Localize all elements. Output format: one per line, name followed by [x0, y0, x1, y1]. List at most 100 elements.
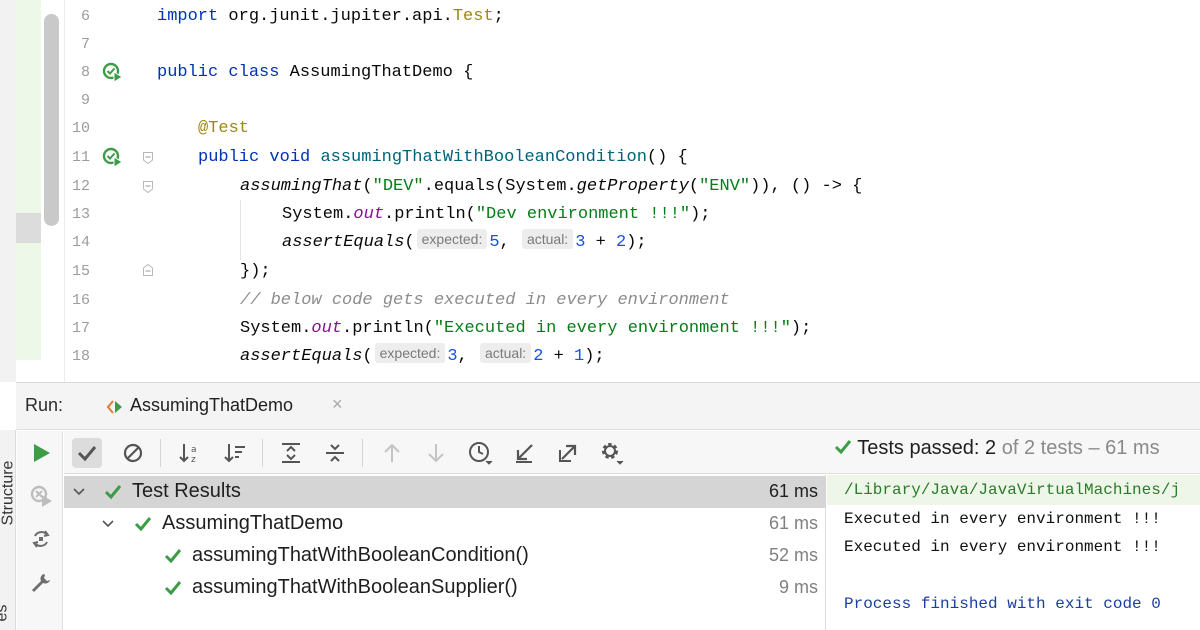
svg-text:a: a [191, 445, 197, 455]
code-text: public void assumingThatWithBooleanCondi… [198, 148, 688, 167]
structure-tool-label[interactable]: Structure [0, 461, 17, 526]
console-line: Executed in every environment !!! [844, 538, 1161, 556]
wrench-icon[interactable] [29, 571, 53, 595]
code-editor[interactable]: 6 import org.junit.jupiter.api.Test; 7 8… [0, 0, 1200, 382]
parameter-hint: expected: [374, 343, 446, 363]
line-number: 10 [71, 120, 90, 137]
show-passed-button[interactable] [72, 438, 102, 468]
next-failed-button[interactable] [421, 438, 451, 468]
console-output[interactable]: /Library/Java/JavaVirtualMachines/j Exec… [827, 475, 1200, 630]
chevron-down-icon[interactable] [72, 485, 86, 499]
tree-item-label: assumingThatWithBooleanCondition() [192, 544, 529, 566]
code-comment: // below code gets executed in every env… [240, 291, 730, 310]
line-number: 15 [71, 263, 90, 280]
auto-test-icon[interactable] [29, 527, 53, 551]
export-tests-icon [559, 444, 577, 462]
code-line-8: 8 public class AssumingThatDemo { [0, 59, 1200, 87]
line-number: 16 [71, 292, 90, 309]
collapse-all-button[interactable] [320, 438, 350, 468]
test-history-button[interactable] [465, 438, 495, 468]
code-text: import org.junit.jupiter.api.Test; [157, 7, 504, 26]
code-line-18: 18 assertEquals(expected: 3, actual: 2 + 1… [0, 343, 1200, 371]
expand-all-icon [282, 443, 300, 463]
parameter-hint: actual: [521, 229, 574, 249]
tree-row-test-method[interactable]: assumingThatWithBooleanSupplier() 9 ms [64, 572, 826, 604]
code-line-17: 17 System.out.println("Executed in every… [0, 315, 1200, 343]
run-test-gutter-icon[interactable] [102, 62, 124, 84]
console-line: Process finished with exit code 0 [844, 595, 1161, 613]
check-icon [104, 485, 122, 500]
code-line-7: 7 [0, 31, 1200, 59]
code-line-9: 9 [0, 87, 1200, 115]
line-number: 9 [80, 92, 90, 109]
collapse-all-icon [326, 444, 344, 462]
run-label: Run: [25, 395, 64, 415]
run-tab-title: AssumingThatDemo [130, 395, 294, 415]
code-line-10: 10 @Test [0, 115, 1200, 143]
sort-by-duration-button[interactable] [220, 438, 250, 468]
line-number: 17 [71, 320, 90, 337]
test-duration: 9 ms [778, 577, 818, 597]
line-number: 11 [71, 149, 90, 166]
line-number: 6 [80, 8, 90, 25]
fold-end-icon[interactable] [143, 264, 153, 276]
toolbar-separator [160, 439, 161, 467]
status-summary: of 2 tests – 61 ms [996, 437, 1160, 459]
code-line-12: 12 assumingThat("DEV".equals(System.getP… [0, 173, 1200, 201]
no-entry-icon [123, 443, 143, 463]
chevron-down-icon[interactable] [101, 517, 115, 531]
export-tests-button[interactable] [553, 438, 583, 468]
test-duration: 52 ms [768, 545, 818, 565]
check-icon [77, 446, 97, 462]
sort-alphabetically-button[interactable]: az [175, 438, 205, 468]
code-text: System.out.println("Executed in every en… [240, 319, 812, 338]
tree-row-test-method[interactable]: assumingThatWithBooleanCondition() 52 ms [64, 540, 826, 572]
line-number: 13 [71, 206, 90, 223]
tree-item-label: assumingThatWithBooleanSupplier() [192, 576, 518, 598]
line-number: 18 [71, 348, 90, 365]
console-line: Executed in every environment !!! [844, 510, 1161, 528]
run-tool-window-header: Run: AssumingThatDemo × [16, 382, 1200, 430]
code-text: assertEquals(expected: 3, actual: 2 + 1); [240, 343, 605, 366]
console-line: /Library/Java/JavaVirtualMachines/j [844, 481, 1181, 499]
arrow-up-icon [384, 443, 400, 462]
check-icon [164, 549, 182, 564]
annotation-text: @Test [198, 119, 250, 138]
import-tests-icon [516, 444, 533, 463]
test-results-tree[interactable]: Test Results 61 ms AssumingThatDemo 61 m… [64, 475, 826, 630]
status-prefix: Tests passed: [857, 437, 986, 459]
code-text: System.out.println("Dev environment !!!"… [282, 205, 711, 224]
show-ignored-button[interactable] [118, 438, 148, 468]
tree-row-assumingthatdemo[interactable]: AssumingThatDemo 61 ms [64, 508, 826, 540]
parameter-hint: actual: [479, 343, 532, 363]
arrow-down-icon [428, 444, 444, 463]
close-icon[interactable]: × [332, 394, 343, 415]
previous-failed-button[interactable] [377, 438, 407, 468]
tree-item-label: Test Results [132, 480, 241, 502]
expand-all-button[interactable] [276, 438, 306, 468]
line-number: 7 [80, 36, 90, 53]
tool-window-label[interactable]: es [0, 605, 11, 622]
sort-duration-icon [224, 444, 245, 463]
run-triangle-icon[interactable] [29, 441, 53, 465]
test-duration: 61 ms [768, 481, 818, 501]
tree-row-test-results[interactable]: Test Results 61 ms [64, 476, 826, 508]
code-text: assertEquals(expected: 5, actual: 3 + 2); [282, 229, 647, 252]
code-text: public class AssumingThatDemo { [157, 63, 474, 82]
fold-icon[interactable] [143, 152, 153, 164]
rerun-failed-icon[interactable] [29, 483, 53, 507]
fold-icon[interactable] [143, 181, 153, 193]
run-test-gutter-icon[interactable] [102, 147, 124, 169]
status-passed-count: 2 [985, 437, 997, 459]
code-line-16: 16 // below code gets executed in every … [0, 287, 1200, 315]
import-tests-button[interactable] [509, 438, 539, 468]
svg-text:z: z [191, 455, 196, 465]
run-left-toolbar [17, 431, 63, 630]
code-line-15: 15 }); [0, 258, 1200, 286]
code-text: }); [240, 262, 271, 281]
gear-icon [602, 443, 624, 465]
run-tab-assumingthatdemo[interactable]: AssumingThatDemo × [102, 383, 350, 430]
settings-button[interactable] [597, 438, 627, 468]
code-line-11: 11 public void assumingThatWithBooleanCo… [0, 144, 1200, 172]
sort-alphabetically-icon: az [179, 444, 197, 465]
